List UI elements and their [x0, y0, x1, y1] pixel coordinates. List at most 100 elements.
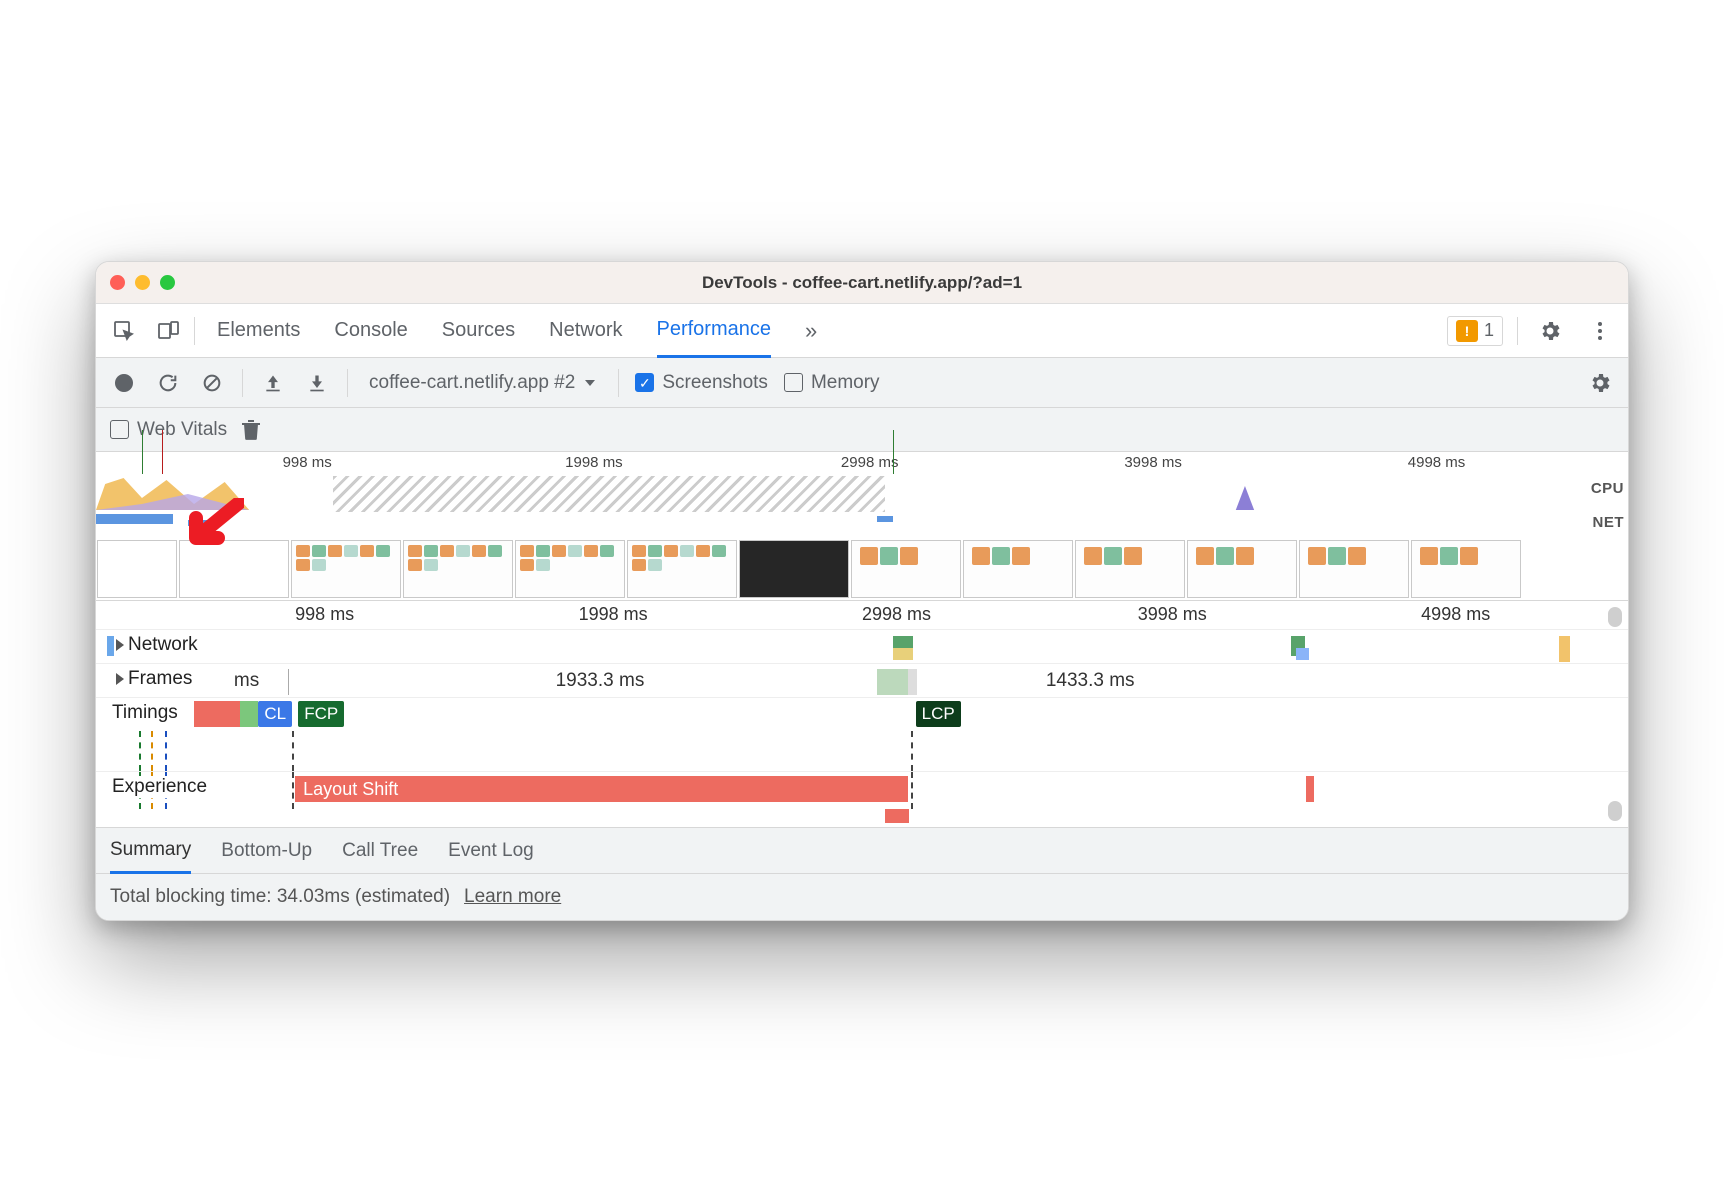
filmstrip-frame[interactable] — [291, 540, 401, 598]
marker — [142, 430, 143, 474]
track-label: Frames — [128, 668, 192, 689]
frame-bar[interactable] — [908, 669, 917, 695]
trash-icon[interactable] — [241, 419, 261, 441]
net-label: NET — [1593, 514, 1625, 531]
annotation-arrow-icon — [182, 498, 244, 554]
marker-line — [292, 731, 294, 771]
issues-count: 1 — [1484, 320, 1494, 341]
window-title: DevTools - coffee-cart.netlify.app/?ad=1 — [96, 273, 1628, 293]
filmstrip-frame[interactable] — [1299, 540, 1409, 598]
issues-button[interactable]: ! 1 — [1447, 316, 1503, 346]
profile-selector[interactable]: coffee-cart.netlify.app #2 — [364, 369, 602, 397]
filmstrip-frame[interactable] — [1411, 540, 1521, 598]
tabs-overflow[interactable]: » — [805, 304, 817, 357]
tab-summary[interactable]: Summary — [110, 829, 191, 874]
frame-duration: 1933.3 ms — [556, 670, 645, 692]
fcp-pill[interactable]: FCP — [298, 701, 344, 727]
frame-bar[interactable] — [877, 669, 908, 695]
ruler-tick: 4998 ms — [1408, 454, 1466, 471]
filmstrip-frame[interactable] — [851, 540, 961, 598]
marker-line — [139, 731, 141, 771]
flame-ruler: 998 ms 1998 ms 2998 ms 3998 ms 4998 ms — [96, 601, 1628, 629]
tab-performance[interactable]: Performance — [657, 305, 772, 358]
learn-more-link[interactable]: Learn more — [464, 886, 561, 908]
marker-line — [292, 772, 294, 809]
disclosure-triangle-icon[interactable] — [116, 673, 124, 685]
frame-tick — [288, 669, 289, 695]
tab-bottom-up[interactable]: Bottom-Up — [221, 828, 312, 873]
filmstrip-frame[interactable] — [97, 540, 177, 598]
perf-toolbar: coffee-cart.netlify.app #2 Screenshots M… — [96, 358, 1628, 408]
divider — [347, 369, 348, 397]
track-frames[interactable]: Frames ms 1933.3 ms 1433.3 ms — [96, 663, 1628, 697]
clear-button[interactable] — [198, 369, 226, 397]
kebab-menu-icon[interactable] — [1582, 313, 1618, 349]
device-toolbar-icon[interactable] — [150, 313, 186, 349]
capture-settings-gear-icon[interactable] — [1586, 369, 1614, 397]
checkbox-icon — [110, 420, 129, 439]
tab-event-log[interactable]: Event Log — [448, 828, 534, 873]
load-profile-button[interactable] — [259, 369, 287, 397]
filmstrip-frame[interactable] — [1075, 540, 1185, 598]
lcp-pill[interactable]: LCP — [916, 701, 961, 727]
detail-tabs: Summary Bottom-Up Call Tree Event Log — [96, 828, 1628, 874]
inspect-element-icon[interactable] — [106, 313, 142, 349]
track-experience[interactable]: Experience Layout Shift — [96, 771, 1628, 809]
marker — [162, 430, 163, 474]
layout-shift-bar[interactable] — [1306, 776, 1314, 802]
net-activity — [877, 516, 892, 522]
ruler-tick: 3998 ms — [1138, 604, 1207, 625]
network-block[interactable] — [1559, 636, 1570, 662]
filmstrip-frame[interactable] — [963, 540, 1073, 598]
filmstrip-frame[interactable] — [403, 540, 513, 598]
cpu-label: CPU — [1591, 480, 1624, 497]
ruler-tick: 3998 ms — [1124, 454, 1182, 471]
reload-record-button[interactable] — [154, 369, 182, 397]
tbt-text: Total blocking time: 34.03ms (estimated) — [110, 886, 450, 908]
overview-body[interactable]: CPU NET — [96, 474, 1628, 538]
track-network[interactable]: Network — [96, 629, 1628, 663]
filmstrip-frame[interactable] — [739, 540, 849, 598]
record-button[interactable] — [110, 369, 138, 397]
memory-toggle[interactable]: Memory — [784, 372, 880, 394]
marker-line — [165, 731, 167, 771]
layout-shift-bar[interactable] — [885, 809, 910, 823]
divider — [194, 317, 195, 345]
ruler-tick: 2998 ms — [841, 454, 899, 471]
network-block[interactable] — [1296, 648, 1310, 660]
divider — [618, 369, 619, 397]
track-timings[interactable]: Timings CL FCP LCP — [96, 697, 1628, 731]
timing-bar[interactable] — [240, 701, 258, 727]
screenshots-toggle[interactable]: Screenshots — [635, 372, 768, 394]
overview-pane[interactable]: 998 ms 1998 ms 2998 ms 3998 ms 4998 ms C… — [96, 452, 1628, 601]
filmstrip-frame[interactable] — [1187, 540, 1297, 598]
settings-gear-icon[interactable] — [1532, 313, 1568, 349]
web-vitals-toggle[interactable]: Web Vitals — [110, 419, 227, 441]
save-profile-button[interactable] — [303, 369, 331, 397]
tab-console[interactable]: Console — [334, 304, 407, 357]
network-block[interactable] — [893, 648, 913, 660]
tab-network[interactable]: Network — [549, 304, 622, 357]
screenshots-label: Screenshots — [662, 372, 768, 394]
disclosure-triangle-icon[interactable] — [116, 639, 124, 651]
tab-sources[interactable]: Sources — [442, 304, 515, 357]
tab-call-tree[interactable]: Call Tree — [342, 828, 418, 873]
filmstrip-frame[interactable] — [627, 540, 737, 598]
ruler-tick: 998 ms — [283, 454, 332, 471]
net-activity — [96, 514, 173, 524]
flamechart-pane[interactable]: 998 ms 1998 ms 2998 ms 3998 ms 4998 ms N… — [96, 601, 1628, 828]
status-bar: Total blocking time: 34.03ms (estimated)… — [96, 874, 1628, 920]
filmstrip[interactable] — [96, 538, 1628, 600]
filmstrip-frame[interactable] — [515, 540, 625, 598]
layout-shift-bar[interactable]: Layout Shift — [295, 776, 908, 802]
ruler-tick: 1998 ms — [565, 454, 623, 471]
profile-selector-label: coffee-cart.netlify.app #2 — [369, 372, 575, 394]
frame-duration: 1433.3 ms — [1046, 670, 1135, 692]
checkbox-icon — [635, 373, 654, 392]
scrollbar[interactable] — [1608, 801, 1622, 821]
checkbox-icon — [784, 373, 803, 392]
track-label: Timings — [110, 702, 180, 724]
tab-elements[interactable]: Elements — [217, 304, 300, 357]
timing-bar[interactable] — [194, 701, 240, 727]
cls-pill[interactable]: CL — [258, 701, 292, 727]
